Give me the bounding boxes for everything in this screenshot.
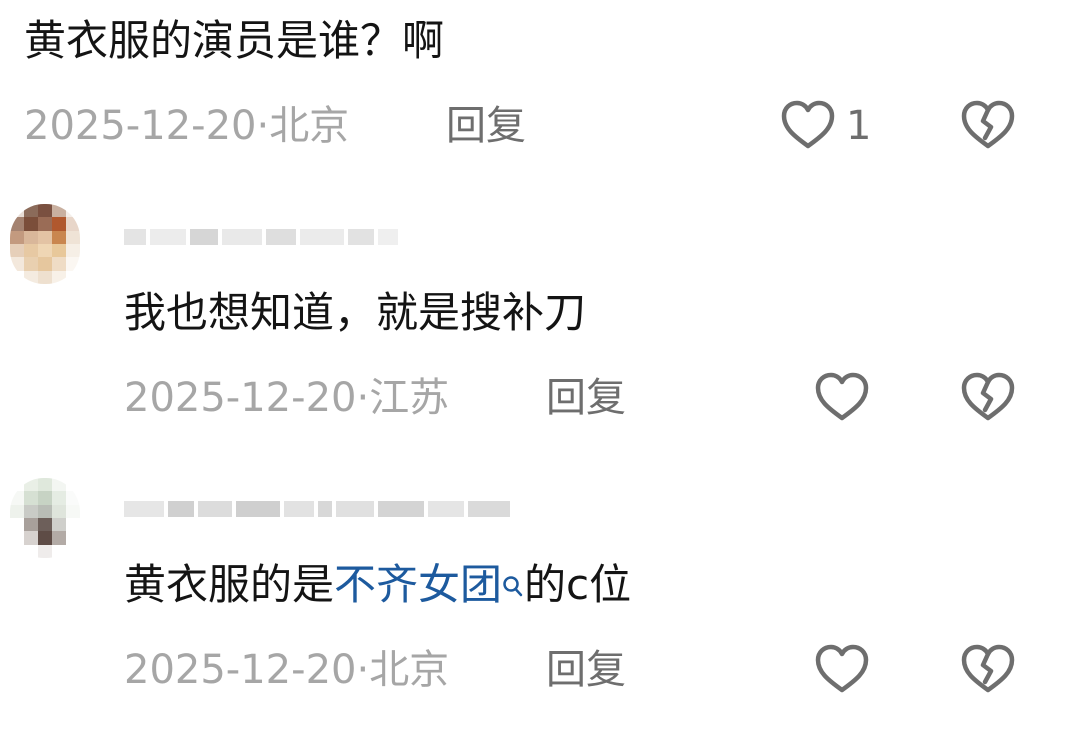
heart-outline-icon — [781, 100, 835, 149]
broken-heart-icon — [961, 100, 1015, 149]
comment-date: 2025-12-20 — [124, 375, 357, 421]
comment-text: 我也想知道，就是搜补刀 — [124, 288, 587, 337]
like-button[interactable] — [814, 644, 870, 694]
comment-location: 北京 — [369, 647, 450, 693]
dislike-button[interactable] — [960, 100, 1016, 150]
comment-text-prefix: 黄衣服的是 — [124, 560, 335, 609]
comment-location: 江苏 — [369, 375, 450, 421]
comment-meta: 2025-12-20·北京 — [124, 650, 449, 690]
search-icon — [502, 564, 524, 606]
comment-meta: 2025-12-20·江苏 — [124, 378, 449, 418]
reply-button[interactable]: 回复 — [546, 650, 626, 690]
comment-date: 2025-12-20 — [124, 647, 357, 693]
broken-heart-icon — [961, 372, 1015, 421]
meta-separator: · — [256, 103, 270, 149]
comment-text: 黄衣服的是不齐女团 的c位 — [124, 564, 631, 606]
dislike-button[interactable] — [960, 644, 1016, 694]
meta-separator: · — [356, 647, 370, 693]
username-blurred[interactable] — [124, 224, 398, 250]
search-link[interactable]: 不齐女团 — [334, 560, 524, 609]
like-button[interactable] — [814, 372, 870, 422]
avatar[interactable] — [10, 204, 80, 284]
dislike-button[interactable] — [960, 372, 1016, 422]
comment-text-suffix: 的c位 — [524, 560, 632, 609]
comment-text: 黄衣服的演员是谁？啊 — [24, 16, 445, 65]
avatar[interactable] — [10, 478, 80, 558]
heart-outline-icon — [815, 644, 869, 693]
comment-meta: 2025-12-20·北京 — [24, 106, 349, 146]
search-link-text: 不齐女团 — [334, 560, 503, 609]
broken-heart-icon — [961, 644, 1015, 693]
meta-separator: · — [356, 375, 370, 421]
like-button[interactable] — [780, 100, 836, 150]
like-count: 1 — [846, 103, 872, 149]
username-blurred[interactable] — [124, 496, 510, 522]
reply-button[interactable]: 回复 — [546, 378, 626, 418]
reply-button[interactable]: 回复 — [446, 106, 526, 146]
comment-date: 2025-12-20 — [24, 103, 257, 149]
comment-location: 北京 — [269, 103, 350, 149]
heart-outline-icon — [815, 372, 869, 421]
